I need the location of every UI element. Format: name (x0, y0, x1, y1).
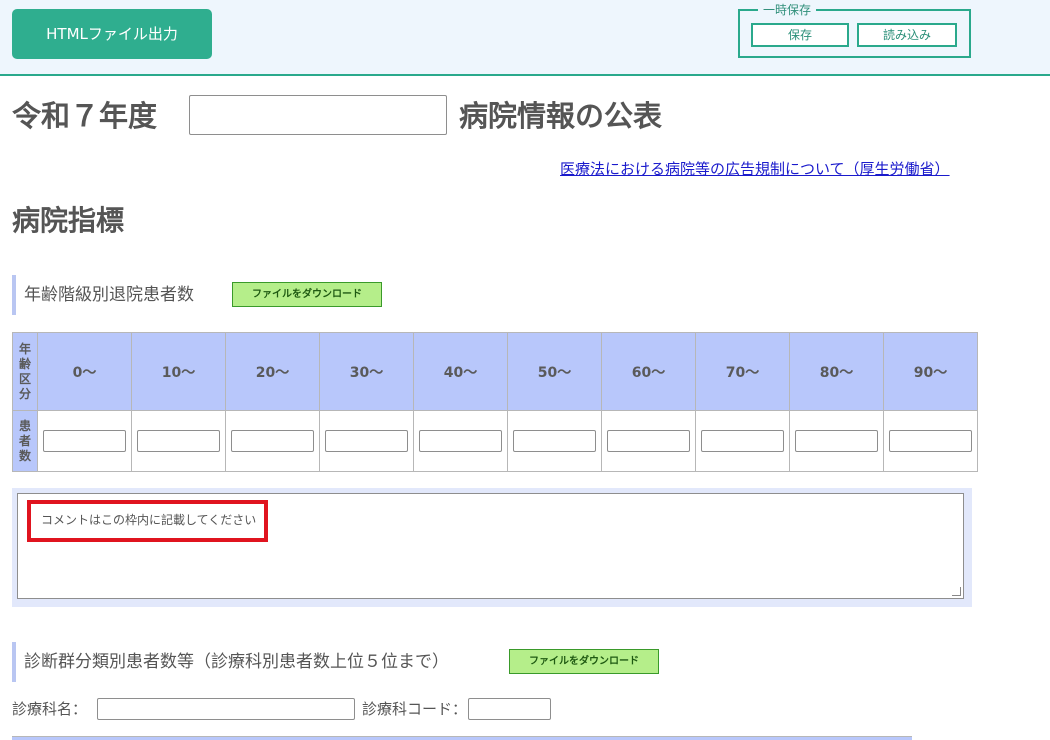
row-header-count: 患 者 数 (12, 410, 38, 472)
top-toolbar: HTMLファイル出力 一時保存 保存 読み込み (0, 0, 1050, 76)
patient-count-cell (37, 410, 132, 472)
dept-name-input[interactable] (97, 698, 355, 720)
row-header-age: 年 齢 区 分 (12, 332, 38, 411)
patient-count-cell (225, 410, 320, 472)
load-button[interactable]: 読み込み (857, 23, 957, 47)
patient-count-cell (601, 410, 696, 472)
age-header-row: 年 齢 区 分 0～ 10～ 20～ 30～ 40～ 50～ 60～ 70～ 80～ 90～ (12, 332, 978, 411)
dept-code-input[interactable] (468, 698, 551, 720)
resize-handle-icon[interactable] (952, 587, 961, 596)
advertising-regulation-link[interactable]: 医療法における病院等の広告規制について（厚生労働省） (560, 159, 950, 179)
patient-count-cell (131, 410, 226, 472)
diagnosis-table-header (12, 736, 912, 740)
age-column-header: 60～ (601, 332, 696, 411)
patient-count-cell (789, 410, 884, 472)
age-column-header: 70～ (695, 332, 790, 411)
patient-count-input[interactable] (795, 430, 878, 452)
patient-count-cell (507, 410, 602, 472)
patient-count-input[interactable] (43, 430, 126, 452)
patient-count-input[interactable] (325, 430, 408, 452)
temp-save-group: 一時保存 保存 読み込み (738, 2, 971, 58)
patient-count-cell (319, 410, 414, 472)
age-group-table: 年 齢 区 分 0～ 10～ 20～ 30～ 40～ 50～ 60～ 70～ 80～ 90～ 患 … (12, 332, 978, 472)
comment-textarea[interactable]: コメントはこの枠内に記載してください (17, 493, 964, 599)
patient-count-input[interactable] (607, 430, 690, 452)
html-export-button[interactable]: HTMLファイル出力 (12, 9, 212, 59)
diagnosis-download-button[interactable]: ファイルをダウンロード (509, 649, 659, 674)
patient-count-input[interactable] (513, 430, 596, 452)
hospital-name-input[interactable] (189, 95, 447, 135)
comment-placeholder: コメントはこの枠内に記載してください (27, 500, 268, 542)
age-column-header: 0～ (37, 332, 132, 411)
age-download-button[interactable]: ファイルをダウンロード (232, 282, 382, 307)
patient-count-input[interactable] (419, 430, 502, 452)
age-column-header: 10～ (131, 332, 226, 411)
age-column-header: 30～ (319, 332, 414, 411)
comment-area: コメントはこの枠内に記載してください (12, 488, 972, 607)
temp-save-legend: 一時保存 (758, 2, 817, 18)
patient-count-input[interactable] (231, 430, 314, 452)
patient-count-cell (695, 410, 790, 472)
age-column-header: 40～ (413, 332, 508, 411)
age-group-heading: 年齢階級別退院患者数 (12, 275, 194, 315)
section-title: 病院指標 (12, 204, 125, 237)
diagnosis-heading: 診断群分類別患者数等（診療科別患者数上位５位まで） (12, 642, 449, 682)
page-title-prefix: 令和７年度 (12, 99, 158, 133)
age-column-header: 80～ (789, 332, 884, 411)
save-button[interactable]: 保存 (751, 23, 849, 47)
patient-count-input[interactable] (137, 430, 220, 452)
dept-name-label: 診療科名： (12, 700, 88, 718)
patient-count-input[interactable] (889, 430, 972, 452)
age-column-header: 20～ (225, 332, 320, 411)
patient-count-cell (413, 410, 508, 472)
age-column-header: 90～ (883, 332, 978, 411)
page-title-suffix: 病院情報の公表 (459, 99, 663, 133)
patient-count-row: 患 者 数 (12, 410, 978, 472)
patient-count-input[interactable] (701, 430, 784, 452)
dept-code-label: 診療科コード： (362, 700, 468, 718)
patient-count-cell (883, 410, 978, 472)
age-column-header: 50～ (507, 332, 602, 411)
